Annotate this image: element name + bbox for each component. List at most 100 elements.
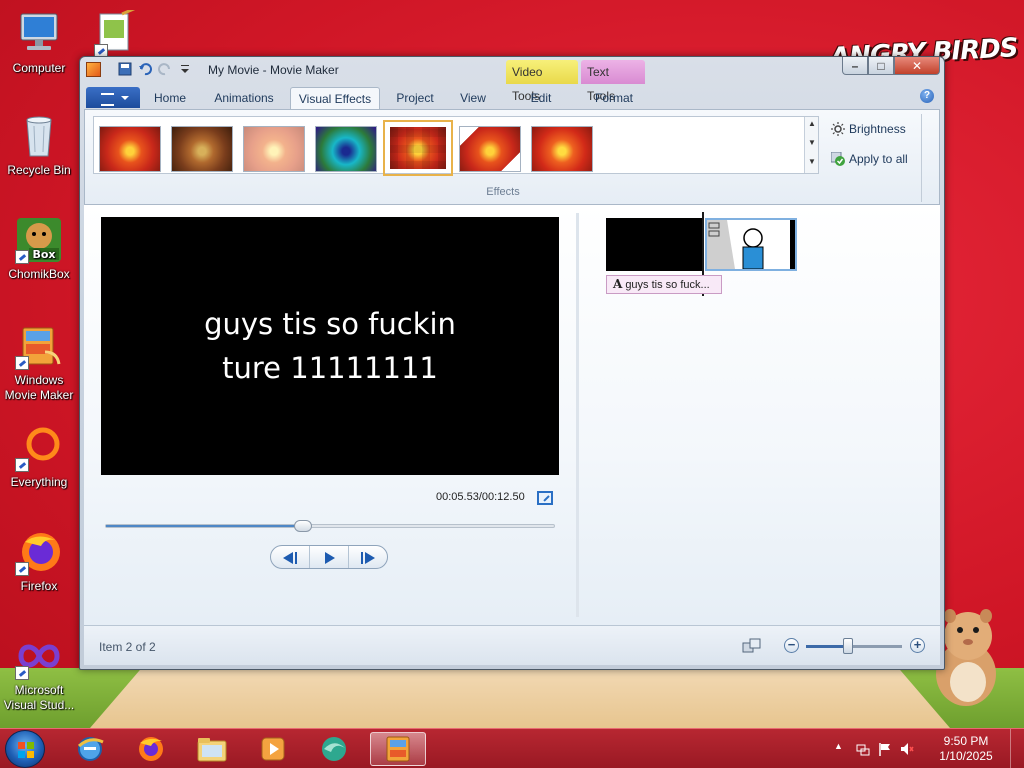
tab-animations[interactable]: Animations xyxy=(204,87,284,109)
effect-pixelate-thumb[interactable] xyxy=(383,120,453,176)
zoom-slider-thumb[interactable] xyxy=(843,638,854,654)
apply-to-all-label: Apply to all xyxy=(849,152,908,166)
gallery-scroll-up-icon[interactable]: ▲ xyxy=(808,119,816,128)
globe-app-icon xyxy=(322,737,346,761)
desktop-icon-label: ChomikBox xyxy=(8,267,70,281)
taskbar-file-explorer[interactable] xyxy=(184,732,240,766)
effect-edge-thumb[interactable] xyxy=(531,126,593,172)
taskbar-movie-maker[interactable] xyxy=(370,732,426,766)
maximize-button[interactable]: □ xyxy=(868,57,894,75)
caption-clip[interactable]: Aguys tis so fuck... xyxy=(606,275,722,294)
customize-qat-icon[interactable] xyxy=(178,62,192,76)
minimize-button[interactable]: – xyxy=(842,57,868,75)
zoom-in-button[interactable]: + xyxy=(910,638,925,653)
desktop-icon-text-file[interactable] xyxy=(92,6,140,58)
desktop-icon-chomikbox[interactable]: Box ChomikBox xyxy=(2,216,76,282)
firefox-icon xyxy=(15,528,63,576)
recycle-bin-icon xyxy=(15,112,63,160)
text-caption-icon: A xyxy=(613,277,623,291)
desktop-wallpaper-path xyxy=(90,668,950,728)
help-icon[interactable]: ? xyxy=(920,89,934,103)
everything-icon xyxy=(15,424,63,472)
close-button[interactable]: ✕ xyxy=(894,57,940,75)
desktop-icon-label: Movie Maker xyxy=(4,388,74,402)
seek-bar[interactable] xyxy=(105,520,555,532)
maximize-icon: □ xyxy=(877,58,885,73)
internet-explorer-icon xyxy=(77,737,104,761)
tab-format[interactable]: Format xyxy=(581,87,647,109)
zoom-slider-fill xyxy=(806,645,849,648)
desktop-icon-movie-maker[interactable]: Windows Movie Maker xyxy=(2,322,76,403)
tab-view[interactable]: View xyxy=(448,87,498,109)
show-desktop-button[interactable] xyxy=(1010,729,1024,768)
context-video-tools: Video Tools xyxy=(506,60,578,103)
gallery-scroll[interactable]: ▲ ▼ ▼ xyxy=(804,117,818,173)
brightness-icon xyxy=(831,122,845,136)
gallery-scroll-down-icon[interactable]: ▼ xyxy=(808,138,816,147)
tab-home[interactable]: Home xyxy=(146,87,194,109)
play-button[interactable] xyxy=(310,546,349,568)
storyboard-clip-title[interactable] xyxy=(606,218,703,271)
desktop-icon-label: Visual Stud... xyxy=(3,698,75,712)
start-button[interactable] xyxy=(5,730,45,768)
computer-icon xyxy=(15,10,63,58)
action-center-flag-icon[interactable] xyxy=(878,742,892,756)
minimize-icon: – xyxy=(851,58,859,73)
movie-maker-icon xyxy=(386,736,410,762)
preview-caption: guys tis so fuckin ture 11111111 xyxy=(170,302,490,390)
storyboard-clip-video[interactable] xyxy=(705,218,797,271)
taskbar-internet-explorer[interactable] xyxy=(62,732,118,766)
ribbon-separator xyxy=(921,114,922,202)
taskbar-globe-app[interactable] xyxy=(306,732,362,766)
thumbnail-size-icon[interactable] xyxy=(742,638,762,654)
effect-rotate-thumb[interactable] xyxy=(459,126,521,172)
tab-visual-effects[interactable]: Visual Effects xyxy=(290,87,380,110)
timecode: 00:05.53/00:12.50 xyxy=(436,491,525,503)
system-tray: ▲ 9:50 PM 1/10/2025 xyxy=(834,729,1024,768)
show-hidden-icons[interactable]: ▲ xyxy=(834,741,848,755)
preview-caption-line: ture 11111111 xyxy=(222,351,438,385)
taskbar-firefox[interactable] xyxy=(123,732,179,766)
brightness-button[interactable]: Brightness xyxy=(831,122,906,136)
tab-project[interactable]: Project xyxy=(388,87,442,109)
desktop-icon-firefox[interactable]: Firefox xyxy=(2,528,76,594)
desktop-icon-label: Recycle Bin xyxy=(7,163,71,177)
effect-none-thumb[interactable] xyxy=(99,126,161,172)
file-menu-button[interactable] xyxy=(86,87,140,108)
previous-frame-button[interactable] xyxy=(271,546,310,568)
desktop-icon-label: Computer xyxy=(12,61,66,75)
app-menu-icon[interactable] xyxy=(86,62,101,77)
effect-fade-light-thumb[interactable] xyxy=(243,126,305,172)
zoom-slider[interactable] xyxy=(806,638,902,654)
next-frame-button[interactable] xyxy=(349,546,387,568)
network-icon[interactable] xyxy=(856,742,870,756)
system-clock[interactable]: 9:50 PM 1/10/2025 xyxy=(936,734,996,764)
ribbon-tabs: Home Animations Visual Effects Project V… xyxy=(84,85,940,110)
desktop-icon-label: Firefox xyxy=(20,579,58,593)
gallery-more-icon[interactable]: ▼ xyxy=(808,157,816,166)
undo-icon[interactable] xyxy=(138,62,152,76)
pane-divider[interactable] xyxy=(576,213,579,617)
taskbar-media-player[interactable] xyxy=(245,732,301,766)
video-preview[interactable]: guys tis so fuckin ture 11111111 xyxy=(101,217,559,475)
seek-bar-thumb[interactable] xyxy=(294,520,313,532)
desktop-icon-computer[interactable]: Computer xyxy=(2,10,76,76)
movie-maker-window: My Movie - Movie Maker Video Tools Text … xyxy=(79,56,945,670)
fullscreen-preview-icon[interactable] xyxy=(537,491,553,505)
chomikbox-icon: Box xyxy=(15,216,63,264)
desktop-icon-visual-studio[interactable]: Microsoft Visual Stud... xyxy=(2,632,76,713)
desktop-icon-recycle-bin[interactable]: Recycle Bin xyxy=(2,112,76,178)
desktop-icon-everything[interactable]: Everything xyxy=(2,424,76,490)
tab-edit[interactable]: Edit xyxy=(506,87,576,109)
redo-icon[interactable] xyxy=(158,62,172,76)
effects-gallery: ▲ ▼ ▼ xyxy=(93,116,819,176)
apply-to-all-button[interactable]: Apply to all xyxy=(830,151,908,166)
file-explorer-icon xyxy=(197,738,227,762)
effect-sepia-thumb[interactable] xyxy=(171,126,233,172)
zoom-out-button[interactable]: − xyxy=(784,638,799,653)
volume-muted-icon[interactable] xyxy=(900,742,914,756)
title-bar[interactable]: My Movie - Movie Maker Video Tools Text … xyxy=(80,57,944,103)
seek-bar-fill xyxy=(106,525,304,527)
save-icon[interactable] xyxy=(118,62,132,76)
effect-cyan-tone-thumb[interactable] xyxy=(315,126,377,172)
